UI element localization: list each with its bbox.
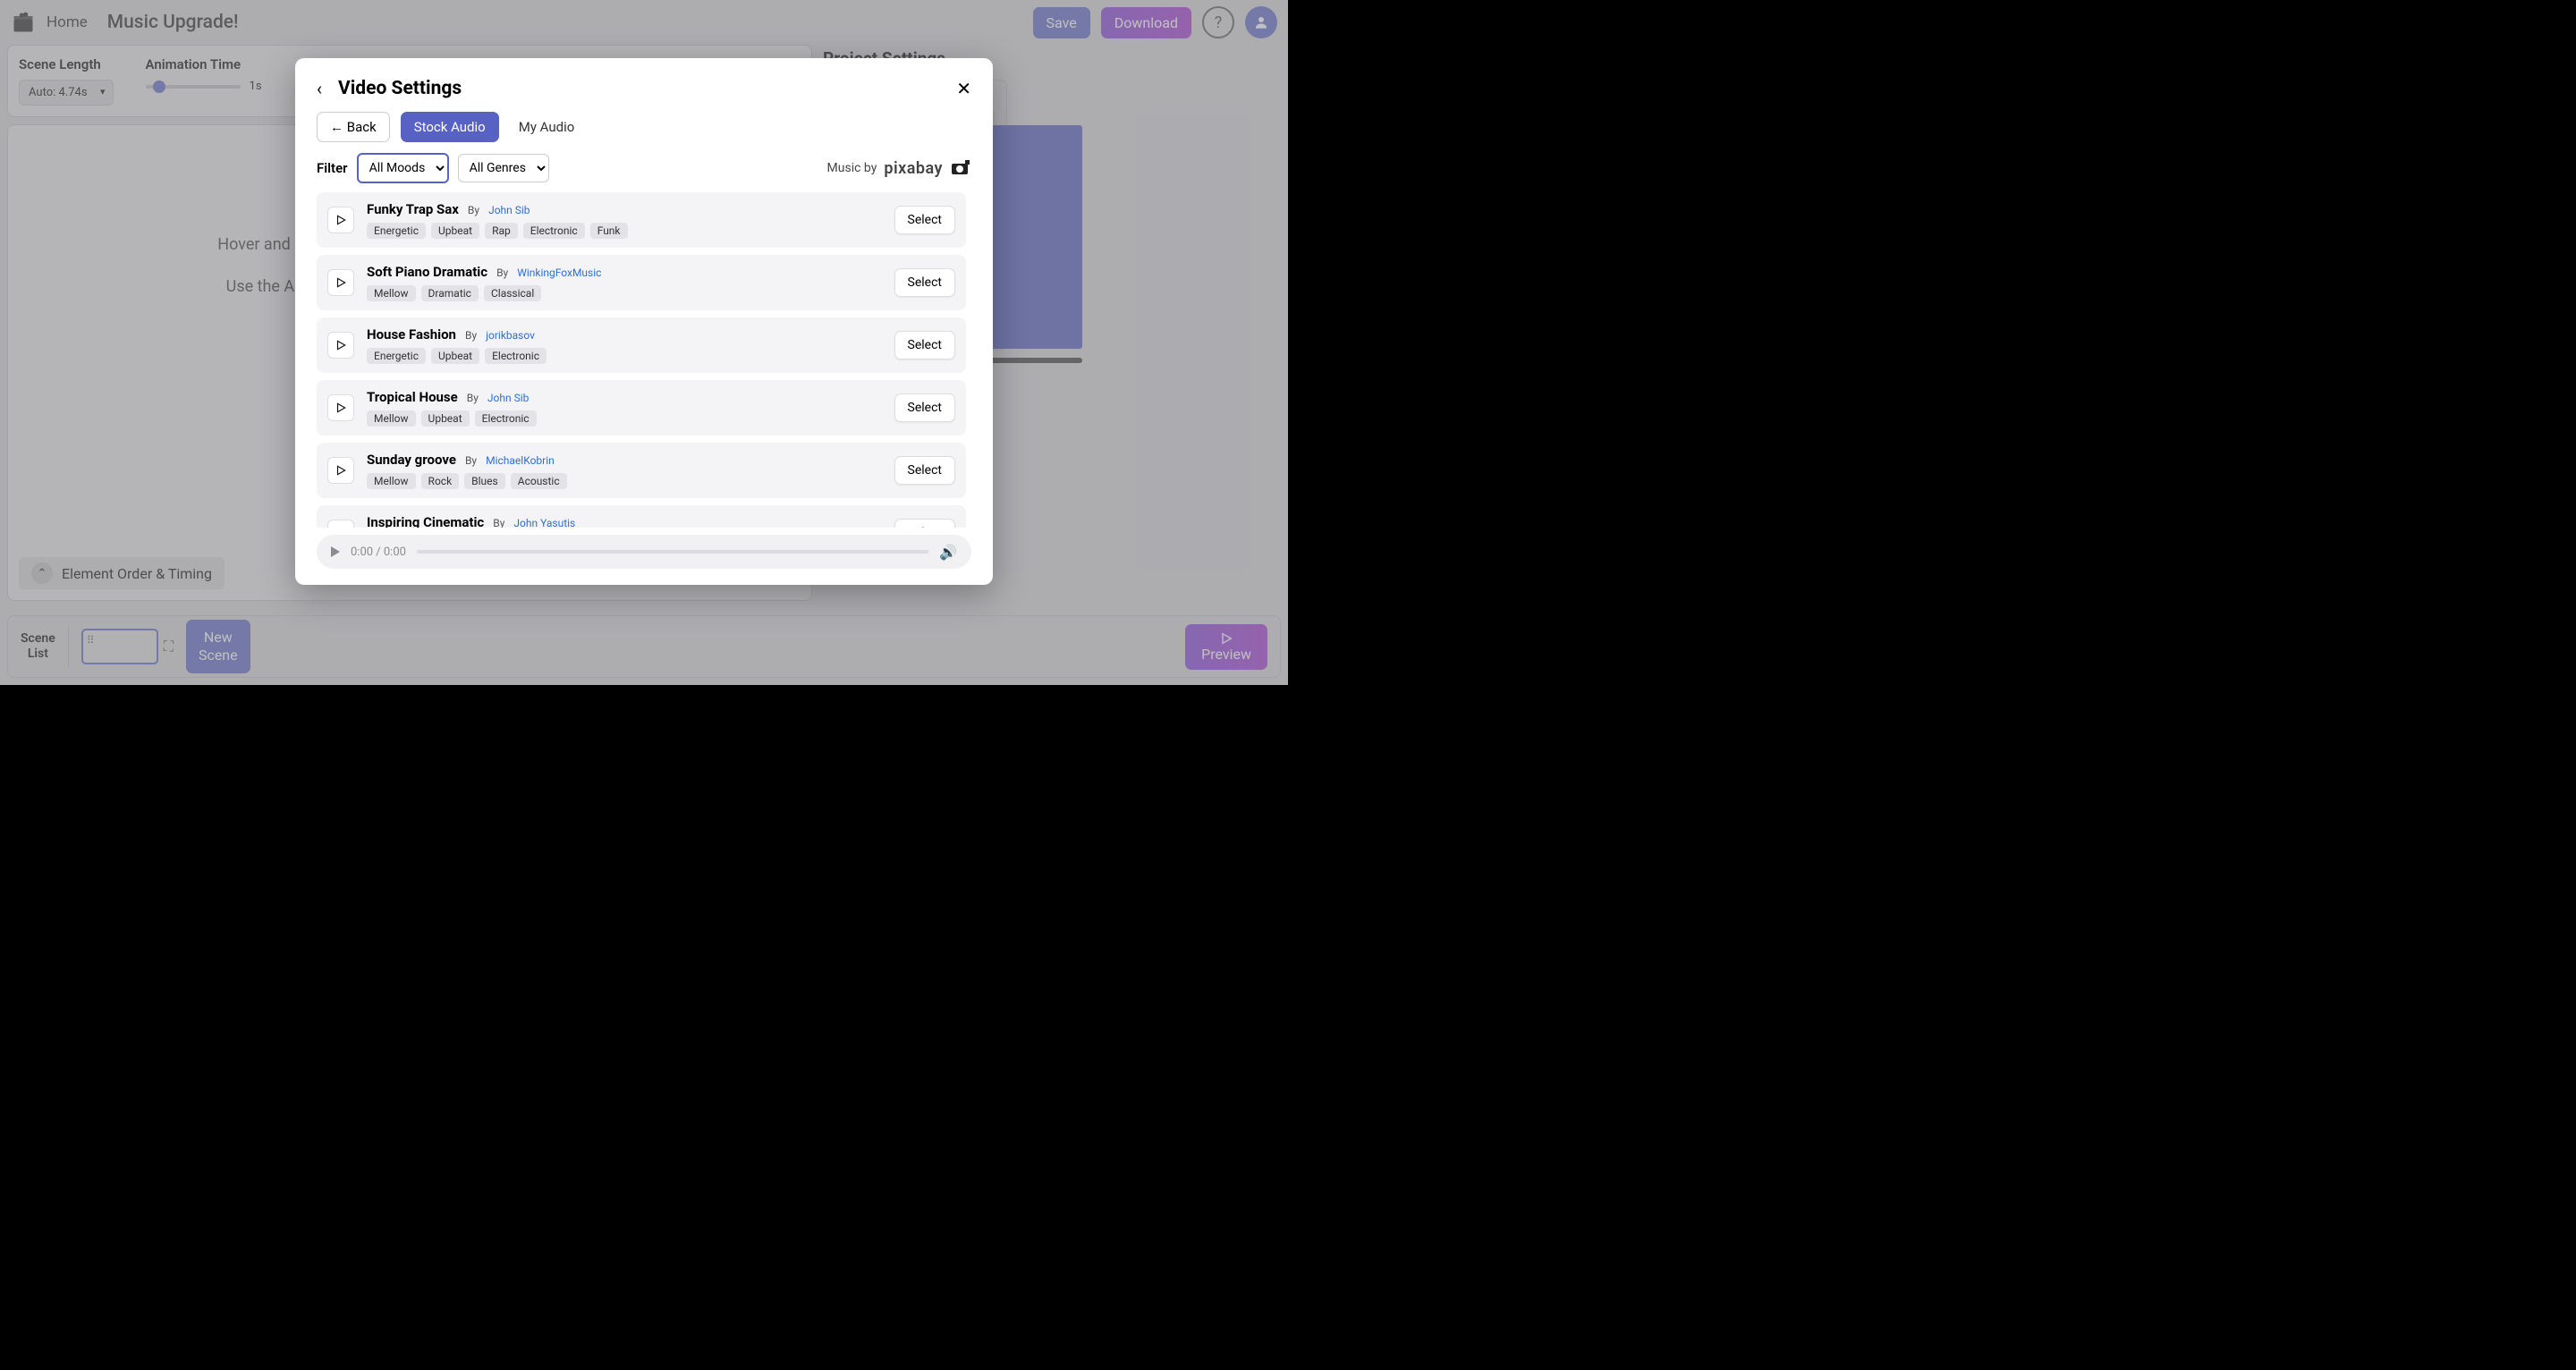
video-settings-modal: ‹ Video Settings ✕ ← Back Stock Audio My… xyxy=(295,58,993,585)
track-play-button[interactable] xyxy=(327,207,354,233)
track-title: House Fashion xyxy=(367,326,456,342)
track-select-button[interactable]: Select xyxy=(894,456,955,485)
track-tag: Rap xyxy=(485,223,518,239)
track-play-button[interactable] xyxy=(327,520,354,528)
track-tag: Classical xyxy=(484,285,541,301)
track-play-button[interactable] xyxy=(327,457,354,484)
volume-icon[interactable]: 🔊 xyxy=(939,544,957,561)
genres-select[interactable]: All Genres xyxy=(458,154,549,182)
track-select-button[interactable]: Select xyxy=(894,393,955,422)
track-by-label: By xyxy=(467,392,479,404)
audio-player[interactable]: 0:00 / 0:00 🔊 xyxy=(317,535,971,569)
track-title: Funky Trap Sax xyxy=(367,201,459,217)
track-tag: Electronic xyxy=(475,410,537,427)
play-icon xyxy=(335,527,347,528)
track-play-button[interactable] xyxy=(327,332,354,359)
track-title: Soft Piano Dramatic xyxy=(367,264,487,280)
track-row: Tropical House By John Sib Mellow Upbeat E… xyxy=(317,380,966,436)
track-by-label: By xyxy=(465,454,477,467)
track-author-link[interactable]: MichaelKobrin xyxy=(486,454,555,467)
play-icon xyxy=(335,214,347,226)
track-tag: Energetic xyxy=(367,223,426,239)
track-tag: Mellow xyxy=(367,285,416,301)
track-author-link[interactable]: jorikbasov xyxy=(486,329,535,342)
track-tag: Funk xyxy=(590,223,628,239)
track-row: Soft Piano Dramatic By WinkingFoxMusic M… xyxy=(317,255,966,310)
modal-title: Video Settings xyxy=(338,78,462,99)
track-select-button[interactable]: Select xyxy=(894,519,955,528)
track-by-label: By xyxy=(465,329,477,342)
track-tag: Electronic xyxy=(523,223,585,239)
track-tag: Mellow xyxy=(367,473,416,489)
track-title: Inspiring Cinematic xyxy=(367,514,484,528)
track-tag: Acoustic xyxy=(511,473,567,489)
track-row: House Fashion By jorikbasov Energetic Upb… xyxy=(317,317,966,373)
back-button[interactable]: ← Back xyxy=(317,112,390,142)
track-play-button[interactable] xyxy=(327,394,354,421)
track-author-link[interactable]: John Sib xyxy=(487,392,529,404)
player-seek-bar[interactable] xyxy=(417,550,928,554)
track-title: Sunday groove xyxy=(367,452,456,468)
tab-my-audio[interactable]: My Audio xyxy=(510,113,584,141)
track-select-button[interactable]: Select xyxy=(894,206,955,234)
track-by-label: By xyxy=(468,204,479,216)
play-icon xyxy=(335,464,347,477)
play-icon xyxy=(335,276,347,289)
track-author-link[interactable]: WinkingFoxMusic xyxy=(517,266,601,279)
camera-icon xyxy=(950,160,971,176)
player-time: 0:00 / 0:00 xyxy=(351,545,406,559)
track-row: Funky Trap Sax By John Sib Energetic Upbe… xyxy=(317,192,966,248)
music-by-label: Music by xyxy=(827,161,877,175)
track-tag: Electronic xyxy=(485,348,547,364)
track-row: Sunday groove By MichaelKobrin Mellow Roc… xyxy=(317,443,966,498)
track-tag: Dramatic xyxy=(421,285,479,301)
track-author-link[interactable]: John Yasutis xyxy=(513,517,575,528)
track-tag: Mellow xyxy=(367,410,416,427)
track-author-link[interactable]: John Sib xyxy=(488,204,530,216)
track-tag: Upbeat xyxy=(421,410,470,427)
track-tag: Energetic xyxy=(367,348,426,364)
track-play-button[interactable] xyxy=(327,269,354,296)
player-play-icon[interactable] xyxy=(331,546,340,557)
track-tag: Blues xyxy=(464,473,505,489)
pixabay-logo: pixabay xyxy=(884,159,943,178)
track-row: Inspiring Cinematic By John Yasutis Dram… xyxy=(317,505,966,528)
track-by-label: By xyxy=(496,266,508,279)
track-title: Tropical House xyxy=(367,389,458,405)
track-tag: Rock xyxy=(421,473,460,489)
track-select-button[interactable]: Select xyxy=(894,331,955,359)
track-tag: Upbeat xyxy=(431,348,479,364)
tracks-list[interactable]: Funky Trap Sax By John Sib Energetic Upbe… xyxy=(317,192,971,528)
moods-select[interactable]: All Moods xyxy=(357,153,449,183)
back-chevron-icon[interactable]: ‹ xyxy=(317,78,322,99)
play-icon xyxy=(335,339,347,351)
close-icon[interactable]: ✕ xyxy=(956,78,971,99)
track-tag: Upbeat xyxy=(431,223,479,239)
play-icon xyxy=(335,402,347,414)
track-by-label: By xyxy=(493,517,504,528)
tab-stock-audio[interactable]: Stock Audio xyxy=(401,112,499,142)
track-select-button[interactable]: Select xyxy=(894,268,955,297)
filter-label: Filter xyxy=(317,160,348,176)
